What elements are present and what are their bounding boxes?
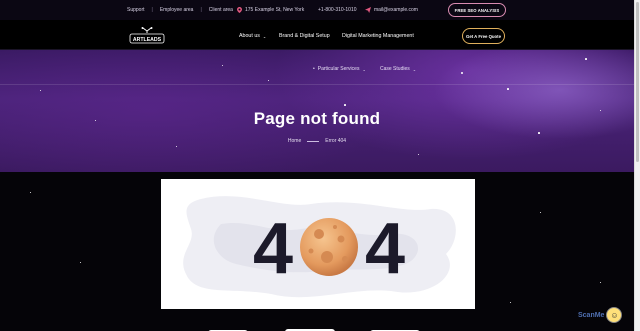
page-scrollbar[interactable]	[634, 0, 640, 331]
breadcrumb: Home Error 404	[0, 138, 634, 144]
employee-area-link[interactable]: Employee area	[160, 7, 194, 13]
nav-label: Digital Marketing Management	[342, 33, 414, 39]
chevron-down-icon: ⌄	[362, 66, 366, 72]
support-link[interactable]: Support	[127, 7, 145, 13]
separator: |	[151, 7, 153, 13]
nav-brand-digital-setup[interactable]: Brand & Digital Setup	[279, 33, 330, 39]
scanme-text: ScanMe	[578, 311, 605, 319]
artleads-logo[interactable]: ARTLEADS	[129, 26, 165, 45]
send-icon	[365, 7, 371, 13]
right-digit: 4	[365, 209, 405, 289]
main-nav: ARTLEADS About us ⌄ Brand & Digital Setu…	[0, 20, 634, 50]
phone-link[interactable]: +1-800-310-1010	[318, 7, 357, 13]
hero-divider	[0, 84, 634, 85]
chevron-down-icon: ⌄	[412, 66, 417, 72]
email[interactable]: mail@example.com	[365, 7, 418, 13]
email-link[interactable]: mail@example.com	[374, 7, 418, 13]
address: 175 Example St, New York	[237, 7, 304, 13]
client-area-link[interactable]: Client area	[209, 7, 233, 13]
top-links: Support | Employee area | Client area	[127, 7, 233, 13]
free-seo-analysis-button[interactable]: FREE SEO ANALYSIS	[448, 3, 506, 17]
error-404-illustration: 4 4	[183, 196, 456, 298]
scanme-badge[interactable]: ScanMe ☺	[578, 307, 623, 323]
bullet-icon: •	[313, 66, 315, 72]
top-bar: Support | Employee area | Client area 17…	[0, 0, 634, 20]
smiley-icon: ☺	[606, 307, 623, 323]
error-404-card: 4 4	[161, 179, 475, 309]
subnav-label: Particular Services	[317, 66, 360, 72]
subnav-case-studies[interactable]: Case Studies ⌄	[380, 66, 416, 72]
breadcrumb-home[interactable]: Home	[288, 138, 301, 144]
chevron-down-icon: ⌄	[262, 33, 267, 39]
subnav-particular-services[interactable]: • Particular Services ⌄	[313, 66, 366, 72]
breadcrumb-current: Error 404	[325, 138, 347, 144]
left-digit: 4	[253, 209, 293, 289]
address-text: 175 Example St, New York	[245, 7, 305, 13]
page-title: Page not found	[253, 109, 381, 128]
location-pin-icon	[237, 7, 242, 13]
nav-about-us[interactable]: About us ⌄	[239, 33, 266, 39]
subnav-label: Case Studies	[380, 66, 410, 72]
get-free-quote-button[interactable]: Get A Free Quote	[462, 28, 505, 44]
nav-digital-marketing-management[interactable]: Digital Marketing Management	[342, 33, 414, 39]
hero-banner: • Particular Services ⌄ Case Studies ⌄ P…	[0, 50, 634, 172]
nav-label: Brand & Digital Setup	[279, 33, 330, 39]
separator: |	[200, 7, 202, 13]
breadcrumb-separator	[307, 140, 320, 142]
content-area: 4 4	[0, 172, 634, 331]
logo-text: ARTLEADS	[133, 37, 162, 43]
scrollbar-thumb[interactable]	[636, 2, 639, 162]
moon-icon	[300, 218, 358, 276]
heading-partial	[208, 329, 420, 331]
nav-label: About us	[239, 33, 260, 39]
